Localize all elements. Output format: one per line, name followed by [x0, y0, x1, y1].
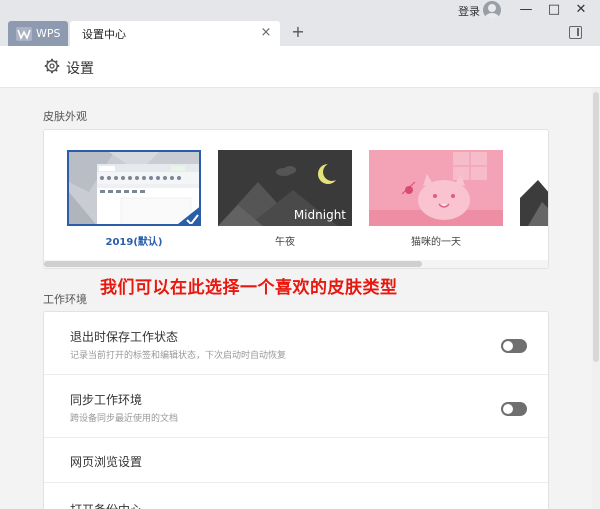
env-row-title: 同步工作环境	[70, 393, 143, 407]
skin-section-label: 皮肤外观	[43, 110, 87, 123]
env-row-backup[interactable]: 打开备份中心	[44, 483, 548, 509]
skin-gallery-scrollbar-thumb[interactable]	[44, 261, 422, 267]
env-row-subtitle: 跨设备同步最近使用的文档	[70, 414, 179, 424]
page-scrollbar-thumb[interactable]	[593, 92, 599, 362]
skin-label-midnight: 午夜	[275, 237, 295, 248]
skin-partial-preview	[520, 150, 548, 226]
tab-settings-center-label: 设置中心	[82, 27, 126, 41]
wps-logo-icon	[16, 26, 32, 41]
save-state-toggle[interactable]	[501, 339, 527, 353]
env-row-sync[interactable]: 同步工作环境 跨设备同步最近使用的文档	[44, 375, 548, 438]
skin-gallery-scrollbar[interactable]	[44, 260, 548, 268]
gear-icon	[44, 58, 60, 74]
annotation-text: 我们可以在此选择一个喜欢的皮肤类型	[100, 278, 398, 298]
maximize-icon[interactable]: □	[546, 2, 562, 18]
page-scrollbar[interactable]	[592, 88, 600, 509]
side-panel-icon[interactable]	[569, 26, 582, 39]
skin-cat-preview	[369, 150, 503, 226]
title-bar: WPS 设置中心 × + 登录 — □ ✕	[0, 0, 600, 46]
sync-toggle[interactable]	[501, 402, 527, 416]
skin-gallery: 2019(默认) Midnight 午夜 猫咪的一天	[43, 129, 549, 269]
env-row-web-browse[interactable]: 网页浏览设置	[44, 438, 548, 483]
env-row-title: 网页浏览设置	[70, 455, 143, 469]
skin-option-partial[interactable]	[520, 150, 548, 226]
env-section-label: 工作环境	[43, 293, 87, 306]
minimize-icon[interactable]: —	[518, 2, 534, 18]
avatar-icon[interactable]	[483, 1, 501, 19]
skin-2019-preview	[69, 152, 199, 224]
skin-option-midnight[interactable]: Midnight	[218, 150, 352, 226]
login-link[interactable]: 登录	[458, 3, 480, 19]
tab-close-icon[interactable]: ×	[260, 26, 272, 39]
env-row-title: 退出时保存工作状态	[70, 330, 179, 344]
tab-wps-home[interactable]: WPS	[8, 21, 68, 46]
skin-option-2019[interactable]	[67, 150, 201, 226]
skin-midnight-overlay: Midnight	[293, 208, 346, 222]
env-row-title: 打开备份中心	[70, 501, 142, 509]
skin-label-2019: 2019(默认)	[105, 237, 163, 248]
tab-settings-center[interactable]: 设置中心 ×	[70, 21, 280, 46]
env-settings-card: 退出时保存工作状态 记录当前打开的标签和编辑状态，下次启动时自动恢复 同步工作环…	[43, 311, 549, 509]
new-tab-icon[interactable]: +	[290, 24, 306, 40]
skin-label-cat: 猫咪的一天	[411, 237, 461, 248]
env-row-subtitle: 记录当前打开的标签和编辑状态，下次启动时自动恢复	[70, 351, 287, 361]
skin-option-cat[interactable]	[369, 150, 503, 226]
env-row-save-state[interactable]: 退出时保存工作状态 记录当前打开的标签和编辑状态，下次启动时自动恢复	[44, 312, 548, 375]
close-window-icon[interactable]: ✕	[573, 2, 589, 18]
page-title: 设置	[66, 61, 94, 77]
tab-wps-label: WPS	[36, 27, 61, 40]
settings-header: 设置	[0, 46, 600, 88]
